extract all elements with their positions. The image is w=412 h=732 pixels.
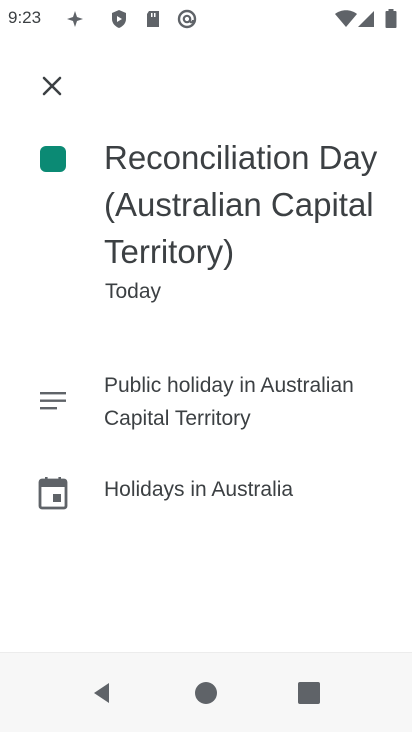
home-icon bbox=[195, 682, 217, 704]
event-color-indicator bbox=[40, 146, 66, 172]
home-button[interactable] bbox=[186, 673, 226, 713]
recents-icon bbox=[298, 682, 320, 704]
event-details-screen: 9:23 Reconciliation Day (Australian Capi… bbox=[0, 0, 412, 732]
description-icon bbox=[36, 384, 70, 418]
close-icon bbox=[42, 76, 62, 96]
photos-icon bbox=[64, 8, 86, 30]
event-title: Reconciliation Day (Australian Capital T… bbox=[104, 139, 378, 270]
close-button[interactable] bbox=[28, 62, 76, 110]
event-calendar-name: Holidays in Australia bbox=[104, 478, 294, 501]
shield-icon bbox=[108, 8, 130, 30]
status-bar: 9:23 bbox=[0, 0, 412, 40]
back-button[interactable] bbox=[83, 673, 123, 713]
recents-button[interactable] bbox=[289, 673, 329, 713]
event-date: Today bbox=[105, 280, 162, 303]
status-time: 9:23 bbox=[8, 8, 42, 27]
cellular-signal-icon bbox=[356, 8, 376, 30]
wifi-icon bbox=[334, 8, 358, 30]
sd-card-icon bbox=[142, 8, 164, 30]
navigation-bar bbox=[0, 652, 412, 732]
back-icon bbox=[94, 683, 109, 703]
calendar-icon bbox=[36, 476, 70, 510]
event-description: Public holiday in Australian Capital Ter… bbox=[104, 374, 354, 430]
at-sign-icon bbox=[176, 8, 198, 30]
battery-icon bbox=[384, 8, 398, 30]
